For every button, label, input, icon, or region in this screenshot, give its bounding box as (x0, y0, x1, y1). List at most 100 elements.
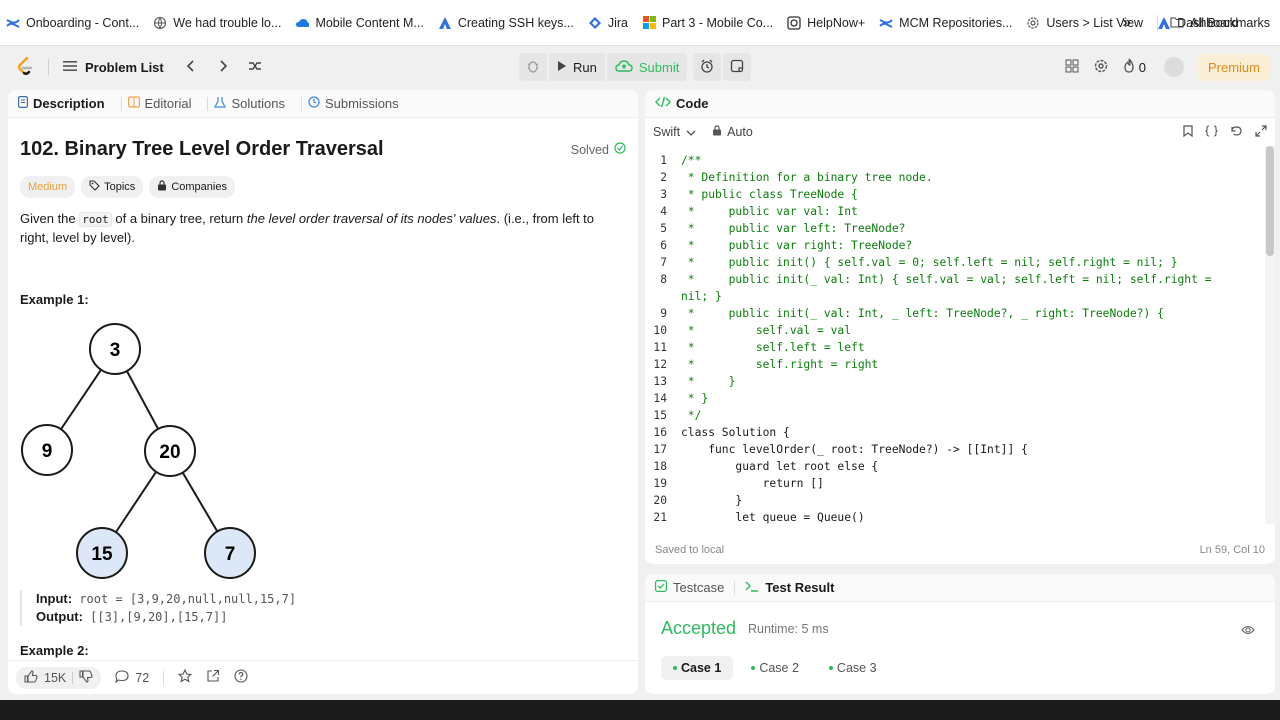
code-line[interactable]: 17 func levelOrder(_ root: TreeNode?) ->… (645, 441, 1263, 458)
editor-scrollbar[interactable] (1265, 146, 1275, 524)
code-line[interactable]: 19 return [] (645, 475, 1263, 492)
bookmark-item[interactable]: Part 3 - Mobile Co... (642, 16, 773, 30)
test-tabs: Testcase Test Result (645, 574, 1275, 602)
chevron-left-icon[interactable] (186, 59, 196, 75)
line-content: let queue = Queue() (681, 511, 865, 524)
language-select[interactable]: Swift (653, 125, 696, 139)
line-number: 2 (660, 171, 667, 184)
code-line[interactable]: 10 * self.val = val (645, 322, 1263, 339)
line-content: * public init(_ val: Int) { self.val = v… (681, 273, 1212, 286)
tab-editorial[interactable]: Editorial (127, 96, 191, 111)
bookmark-item[interactable]: Onboarding - Cont... (6, 16, 139, 30)
code-line[interactable]: 4 * public var val: Int (645, 203, 1263, 220)
line-content: func levelOrder(_ root: TreeNode?) -> [[… (681, 443, 1028, 456)
tree-node: 20 (144, 425, 196, 477)
statement-text: Given the (20, 211, 80, 226)
case-tab-3[interactable]: Case 3 (817, 656, 889, 680)
code-line[interactable]: 12 * self.right = right (645, 356, 1263, 373)
star-icon[interactable] (177, 668, 193, 686)
test-cases: Case 1 Case 2 Case 3 (661, 656, 889, 680)
problem-list-button[interactable]: Problem List (63, 60, 164, 75)
thumbs-up-icon[interactable] (24, 669, 38, 686)
code-line[interactable]: 20 } (645, 492, 1263, 509)
avatar[interactable] (1163, 57, 1184, 77)
description-footer: 15K 72 (8, 660, 638, 694)
eye-icon[interactable] (1241, 622, 1255, 640)
code-line[interactable]: 11 * self.left = left (645, 339, 1263, 356)
gear-icon[interactable] (1093, 58, 1109, 77)
confluence-icon (6, 16, 20, 30)
comments-button[interactable]: 72 (115, 669, 149, 686)
code-line[interactable]: 7 * public init() { self.val = 0; self.l… (645, 254, 1263, 271)
case-tab-2[interactable]: Case 2 (739, 656, 811, 680)
window-bottom-edge (0, 700, 1280, 720)
code-line[interactable]: 21 let queue = Queue() (645, 509, 1263, 526)
shuffle-icon[interactable] (248, 60, 262, 75)
companies-tag[interactable]: Companies (149, 176, 235, 198)
runtime-text: Runtime: 5 ms (748, 622, 829, 636)
scrollbar-thumb[interactable] (1266, 146, 1274, 256)
like-count: 15K (44, 670, 67, 685)
result-status: Accepted (661, 618, 737, 638)
code-line[interactable]: 2 * Definition for a binary tree node. (645, 169, 1263, 186)
case-tab-1[interactable]: Case 1 (661, 656, 734, 680)
share-icon[interactable] (206, 669, 220, 686)
tab-description[interactable]: Description (18, 96, 105, 111)
premium-button[interactable]: Premium (1197, 53, 1270, 81)
line-number: 14 (653, 392, 667, 405)
code-line[interactable]: 18 guard let root else { (645, 458, 1263, 475)
code-line[interactable]: 14 * } (645, 390, 1263, 407)
code-line[interactable]: nil; } (645, 288, 1263, 305)
leetcode-logo[interactable] (16, 56, 34, 79)
code-line[interactable]: 3 * public class TreeNode { (645, 186, 1263, 203)
bookmark-item[interactable]: We had trouble lo... (153, 16, 281, 30)
code-line[interactable]: 9 * public init(_ val: Int, _ left: Tree… (645, 305, 1263, 322)
tab-test-result[interactable]: Test Result (745, 580, 834, 595)
bookmark-item[interactable]: HelpNow+ (787, 16, 865, 30)
layout-icon[interactable] (1065, 59, 1079, 76)
code-line[interactable]: 6 * public var right: TreeNode? (645, 237, 1263, 254)
code-line[interactable]: 8 * public init(_ val: Int) { self.val =… (645, 271, 1263, 288)
line-number: 7 (660, 256, 667, 269)
debug-button[interactable] (519, 53, 547, 81)
notes-button[interactable] (723, 53, 752, 81)
code-line[interactable]: 15 */ (645, 407, 1263, 424)
line-number: 11 (653, 341, 667, 354)
more-bookmarks-button[interactable]: » (1122, 14, 1131, 32)
terminal-icon (745, 580, 759, 595)
bookmark-item[interactable]: Jira (588, 16, 628, 30)
submit-button[interactable]: Submit (606, 53, 688, 81)
tab-solutions[interactable]: Solutions (214, 96, 285, 111)
input-label: Input: (36, 591, 73, 606)
code-line[interactable]: 16 class Solution { (645, 424, 1263, 441)
bookmark-icon[interactable] (1183, 124, 1193, 140)
reset-icon[interactable] (1230, 125, 1243, 140)
format-braces-icon[interactable] (1205, 124, 1218, 140)
expand-icon[interactable] (1255, 124, 1267, 140)
chevron-right-icon[interactable] (218, 59, 228, 75)
tab-description-label: Description (33, 96, 105, 111)
code-line[interactable]: 1 /** (645, 152, 1263, 169)
line-number: 16 (653, 426, 667, 439)
problem-title[interactable]: 102. Binary Tree Level Order Traversal (20, 138, 384, 161)
code-line[interactable]: 5 * public var left: TreeNode? (645, 220, 1263, 237)
all-bookmarks-button[interactable]: All Bookmarks (1170, 16, 1270, 31)
bookmark-item[interactable]: Creating SSH keys... (438, 16, 574, 30)
bookmark-item[interactable]: MCM Repositories... (879, 16, 1012, 30)
problem-list-label: Problem List (85, 59, 164, 75)
streak-counter[interactable]: 0 (1123, 58, 1146, 76)
test-panel: Testcase Test Result Accepted Runtime: 5… (645, 574, 1275, 694)
tab-submissions[interactable]: Submissions (308, 96, 399, 111)
output-label: Output: (36, 609, 83, 624)
topics-tag[interactable]: Topics (81, 176, 144, 198)
code-editor[interactable]: 1 /** 2 * Definition for a binary tree nod… (645, 152, 1263, 530)
bookmark-item[interactable]: Mobile Content M... (295, 16, 424, 30)
run-button[interactable]: Run (549, 53, 605, 81)
line-content: * public var left: TreeNode? (681, 222, 906, 235)
code-line[interactable]: 13 * } (645, 373, 1263, 390)
auto-mode-toggle[interactable]: Auto (712, 125, 753, 139)
help-icon[interactable] (234, 669, 248, 686)
thumbs-down-icon[interactable] (79, 669, 93, 686)
tab-testcase[interactable]: Testcase (655, 580, 724, 595)
timer-button[interactable] (693, 53, 722, 81)
